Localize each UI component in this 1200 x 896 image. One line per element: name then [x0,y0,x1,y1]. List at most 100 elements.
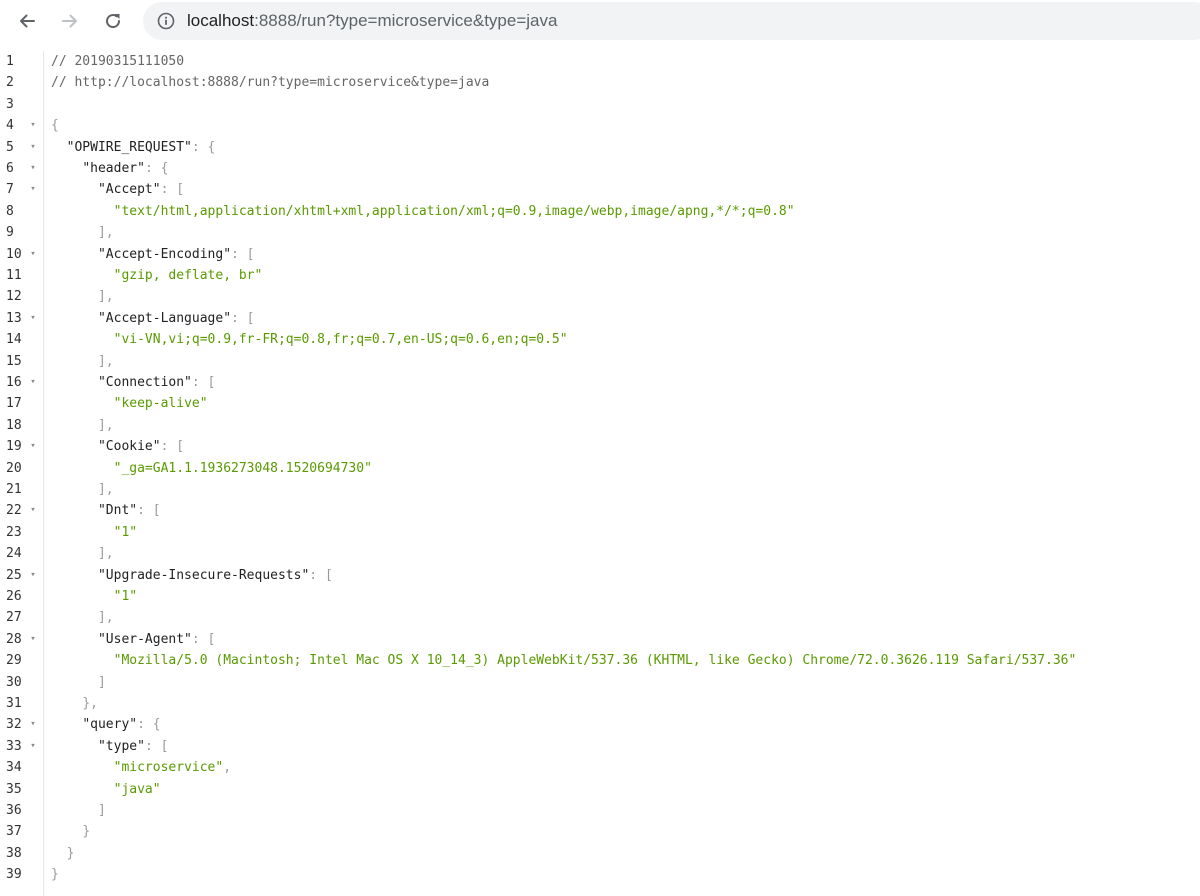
line-content: "vi-VN,vi;q=0.9,fr-FR;q=0.8,fr;q=0.7,en-… [51,329,568,350]
json-punctuation: }, [82,696,98,711]
line-number: 25 [6,567,22,583]
json-key: "Accept" [97,182,161,198]
line-number: 17 [6,396,22,412]
url-text[interactable]: localhost:8888/run?type=microservice&typ… [187,2,557,40]
line-content: "Upgrade-Insecure-Requests": [ [51,565,333,586]
fold-toggle-icon[interactable]: ▾ [28,565,38,586]
fold-toggle-icon[interactable]: ▾ [28,372,38,393]
line-content: ] [51,800,106,821]
line-content: ], [51,351,114,372]
json-string: "_ga=GA1.1.1936273048.1520694730" [113,460,372,476]
json-key: "Upgrade-Insecure-Requests" [97,567,310,583]
fold-toggle-icon[interactable]: ▾ [28,714,38,735]
line-number: 15 [6,353,22,369]
line-number: 27 [6,610,22,626]
line-number: 18 [6,417,22,433]
code-line: 28 ▾ "User-Agent": [ [0,629,1200,650]
fold-toggle-icon[interactable]: ▾ [28,244,38,265]
line-number: 29 [6,653,22,669]
json-punctuation: } [51,867,59,883]
line-number: 16 [6,375,22,390]
json-punctuation: : [ [160,182,185,198]
line-number: 38 [6,845,22,861]
line-number: 28 [6,631,22,647]
fold-toggle-icon[interactable]: ▾ [28,629,38,650]
line-content: ] [51,672,106,693]
fold-toggle-icon[interactable]: ▾ [28,736,38,757]
fold-toggle-icon[interactable]: ▾ [28,308,38,329]
json-punctuation: : [ [231,246,255,262]
fold-toggle-icon[interactable]: ▾ [28,500,38,521]
back-button[interactable] [12,6,42,36]
json-punctuation: ], [97,353,114,369]
line-content: "1" [51,586,137,607]
code-line: 15 ], [0,351,1200,372]
json-string: "keep-alive" [113,396,208,412]
code-line: 24 ], [0,543,1200,564]
json-key: "header" [82,161,145,176]
code-line: 7 ▾ "Accept": [ [0,179,1200,200]
fold-toggle-icon[interactable]: ▾ [28,179,38,200]
line-content: "User-Agent": [ [51,629,215,650]
fold-toggle-icon[interactable]: ▾ [28,137,38,158]
line-number: 23 [6,524,22,540]
line-content: "1" [51,522,137,543]
json-punctuation: : [ [160,439,185,455]
line-number: 19 [6,439,22,455]
code-line: 35 "java" [0,779,1200,800]
json-key: "type" [97,738,145,754]
code-line: 23 "1" [0,522,1200,543]
code-line: 10 ▾ "Accept-Encoding": [ [0,244,1200,265]
line-number: 37 [6,824,22,840]
line-number: 32 [6,717,22,733]
code-line: 3 [0,94,1200,115]
json-punctuation: } [66,845,75,861]
json-key: "Accept-Encoding" [97,246,232,262]
code-line: 1 // 20190315111050 [0,51,1200,72]
code-line: 2 // http://localhost:8888/run?type=micro… [0,72,1200,93]
line-content: ], [51,286,114,307]
info-circle-icon[interactable] [157,12,175,30]
line-content: }, [51,693,98,714]
json-punctuation: : [ [309,567,333,583]
line-number: 7 [6,182,14,198]
code-line: 38 } [0,843,1200,864]
fold-toggle-icon[interactable]: ▾ [28,158,38,179]
address-bar[interactable]: localhost:8888/run?type=microservice&typ… [143,2,1200,40]
line-content: } [51,864,59,885]
fold-toggle-icon[interactable]: ▾ [28,436,38,457]
code-line: 12 ], [0,286,1200,307]
json-punctuation: ], [97,546,114,562]
json-punctuation: ], [97,610,114,626]
forward-button[interactable] [55,6,85,36]
line-number: 31 [6,696,22,711]
code-comment: // http://localhost:8888/run?type=micros… [51,75,490,91]
line-content: "microservice", [51,757,231,778]
line-number: 11 [6,268,22,283]
fold-toggle-icon[interactable]: ▾ [28,115,38,136]
line-number: 13 [6,310,22,326]
line-number: 9 [6,225,14,241]
line-content: "Accept-Language": [ [51,308,255,329]
line-number: 20 [6,460,22,476]
reload-button[interactable] [98,6,128,36]
code-line: 16 ▾ "Connection": [ [0,372,1200,393]
line-number: 21 [6,482,22,497]
line-content: ], [51,479,114,500]
line-content: "text/html,application/xhtml+xml,applica… [51,201,795,222]
code-comment: // 20190315111050 [51,54,185,69]
